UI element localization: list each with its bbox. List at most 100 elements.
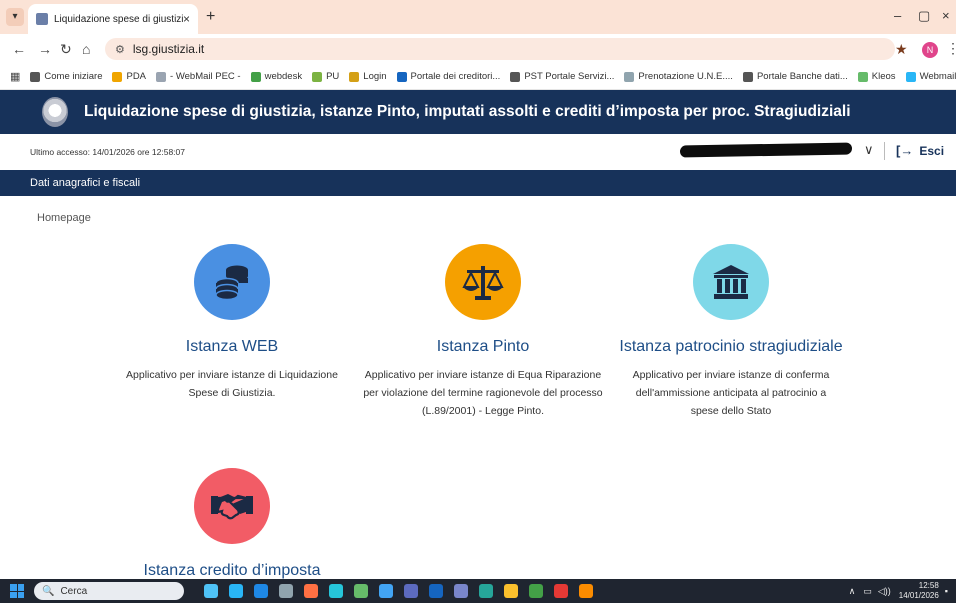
site-info-icon[interactable]: ⚙: [115, 43, 125, 56]
new-tab-button[interactable]: +: [206, 8, 215, 26]
forward-arrow-icon[interactable]: →: [38, 41, 52, 57]
taskbar-app-icon[interactable]: [254, 584, 268, 598]
taskbar-apps: [204, 584, 604, 598]
card-title[interactable]: Istanza WEB: [107, 338, 357, 356]
bookmark-favicon-icon: [30, 71, 41, 82]
search-placeholder: Cerca: [60, 585, 88, 597]
bookmark-item[interactable]: PDA: [112, 71, 146, 82]
logout-icon: [→: [896, 143, 914, 158]
taskbar-app-icon[interactable]: [304, 584, 318, 598]
chevron-down-icon[interactable]: ∨: [864, 142, 874, 158]
bookmark-star-icon[interactable]: ★: [895, 41, 908, 58]
taskbar-app-icon[interactable]: [379, 584, 393, 598]
taskbar-app-icon[interactable]: [554, 584, 568, 598]
taskbar-app-icon[interactable]: [479, 584, 493, 598]
user-name-redacted[interactable]: [680, 142, 852, 158]
search-icon: 🔍: [42, 585, 55, 597]
card-icon-circle[interactable]: [693, 244, 769, 320]
italian-republic-emblem-icon: [42, 97, 68, 127]
bookmark-label: PU: [326, 71, 340, 82]
reload-icon[interactable]: ↻: [60, 41, 72, 58]
bookmark-item[interactable]: Login: [349, 71, 387, 82]
bookmark-label: Webmail Shellrent :...: [919, 71, 956, 82]
bookmark-label: Prenotazione U.N.E....: [638, 71, 733, 82]
bookmark-favicon-icon: [349, 71, 360, 82]
card-title[interactable]: Istanza Pinto: [358, 338, 608, 356]
card-icon-circle[interactable]: [445, 244, 521, 320]
site-header: Liquidazione spese di giustizia, istanze…: [0, 90, 956, 134]
bookmark-item[interactable]: Come iniziare: [30, 71, 102, 82]
card-istanza-patrocinio[interactable]: Istanza patrocinio stragiudiziale Applic…: [612, 244, 850, 420]
subnav-anagrafica[interactable]: Dati anagrafici e fiscali: [0, 170, 956, 196]
volume-icon[interactable]: ◁)): [878, 586, 891, 597]
logout-button[interactable]: [→ Esci: [896, 143, 944, 158]
bookmark-label: Kleos: [871, 71, 896, 82]
taskbar-app-icon[interactable]: [579, 584, 593, 598]
bookmark-label: Come iniziare: [44, 71, 103, 82]
bookmark-item[interactable]: Kleos: [857, 71, 896, 82]
bookmark-label: Portale Banche dati...: [756, 71, 848, 82]
taskbar-search[interactable]: 🔍 Cerca: [34, 582, 184, 600]
bookmark-favicon-icon: [112, 71, 123, 82]
bookmark-label: Login: [363, 71, 387, 82]
browser-tab-active[interactable]: Liquidazione spese di giustizia ×: [28, 4, 198, 34]
taskbar-app-icon[interactable]: [429, 584, 443, 598]
bookmark-label: - WebMail PEC -: [170, 71, 241, 82]
taskbar-app-icon[interactable]: [354, 584, 368, 598]
bookmark-item[interactable]: webdesk: [250, 71, 303, 82]
back-arrow-icon[interactable]: ←: [12, 41, 26, 57]
tab-search-button[interactable]: ▾: [6, 8, 24, 26]
clock-time: 12:58: [918, 581, 939, 590]
taskbar-app-icon[interactable]: [204, 584, 218, 598]
bookmark-item[interactable]: Webmail Shellrent :...: [905, 71, 956, 82]
bookmark-item[interactable]: - WebMail PEC -: [156, 71, 241, 82]
last-access-text: Ultimo accesso: 14/01/2026 ore 12:58:07: [30, 147, 185, 157]
maximize-button[interactable]: ▢: [918, 8, 930, 24]
card-istanza-credito[interactable]: Istanza credito d’imposta: [107, 468, 357, 580]
taskbar-app-icon[interactable]: [329, 584, 343, 598]
taskbar-app-icon[interactable]: [529, 584, 543, 598]
bookmark-item[interactable]: PST Portale Servizi...: [510, 71, 614, 82]
os-taskbar: 🔍 Cerca ∧ ▭ ◁)) 12:58 14/01/2026 ▪: [0, 579, 956, 603]
taskbar-app-icon[interactable]: [404, 584, 418, 598]
home-icon[interactable]: ⌂: [82, 41, 90, 57]
windows-start-icon[interactable]: [10, 584, 24, 598]
bookmark-item[interactable]: PU: [312, 71, 339, 82]
bookmark-label: PDA: [126, 71, 147, 82]
card-istanza-web[interactable]: Istanza WEB Applicativo per inviare ista…: [107, 244, 357, 402]
bookmark-label: webdesk: [264, 71, 303, 82]
coins-icon: [215, 265, 248, 301]
taskbar-app-icon[interactable]: [454, 584, 468, 598]
scales-icon: [462, 266, 504, 300]
chevron-up-icon[interactable]: ∧: [849, 586, 856, 597]
card-title[interactable]: Istanza patrocinio stragiudiziale: [612, 338, 850, 356]
card-description: Applicativo per inviare istanze di Equa …: [363, 369, 603, 417]
taskbar-app-icon[interactable]: [279, 584, 293, 598]
network-icon[interactable]: ▭: [863, 586, 872, 597]
bookmark-favicon-icon: [156, 71, 167, 82]
bookmark-item[interactable]: Portale Banche dati...: [742, 71, 848, 82]
taskbar-app-icon[interactable]: [504, 584, 518, 598]
notification-icon[interactable]: ▪: [945, 586, 948, 596]
card-istanza-pinto[interactable]: Istanza Pinto Applicativo per inviare is…: [358, 244, 608, 420]
tab-close-icon[interactable]: ×: [183, 12, 190, 26]
bookmark-item[interactable]: Portale dei creditori...: [396, 71, 500, 82]
url-text: lsg.giustizia.it: [132, 42, 205, 56]
profile-avatar[interactable]: N: [922, 42, 938, 58]
taskbar-app-icon[interactable]: [229, 584, 243, 598]
taskbar-clock[interactable]: 12:58 14/01/2026: [899, 581, 939, 601]
minimize-button[interactable]: –: [894, 8, 901, 23]
close-window-button[interactable]: ×: [942, 8, 950, 23]
card-icon-circle[interactable]: [194, 468, 270, 544]
card-title[interactable]: Istanza credito d’imposta: [107, 562, 357, 580]
browser-toolbar: ← → ↻ ⌂ ⚙ lsg.giustizia.it ★ N ⋮: [0, 34, 956, 64]
breadcrumb[interactable]: Homepage: [37, 212, 91, 224]
apps-grid-icon[interactable]: ▦: [10, 70, 20, 83]
card-icon-circle[interactable]: [194, 244, 270, 320]
bookmark-favicon-icon: [857, 71, 868, 82]
site-title: Liquidazione spese di giustizia, istanze…: [84, 103, 851, 120]
browser-tabstrip: ▾ Liquidazione spese di giustizia × + – …: [0, 0, 956, 34]
bookmark-item[interactable]: Prenotazione U.N.E....: [624, 71, 733, 82]
address-bar[interactable]: ⚙ lsg.giustizia.it: [105, 38, 895, 60]
browser-menu-icon[interactable]: ⋮: [946, 40, 956, 57]
